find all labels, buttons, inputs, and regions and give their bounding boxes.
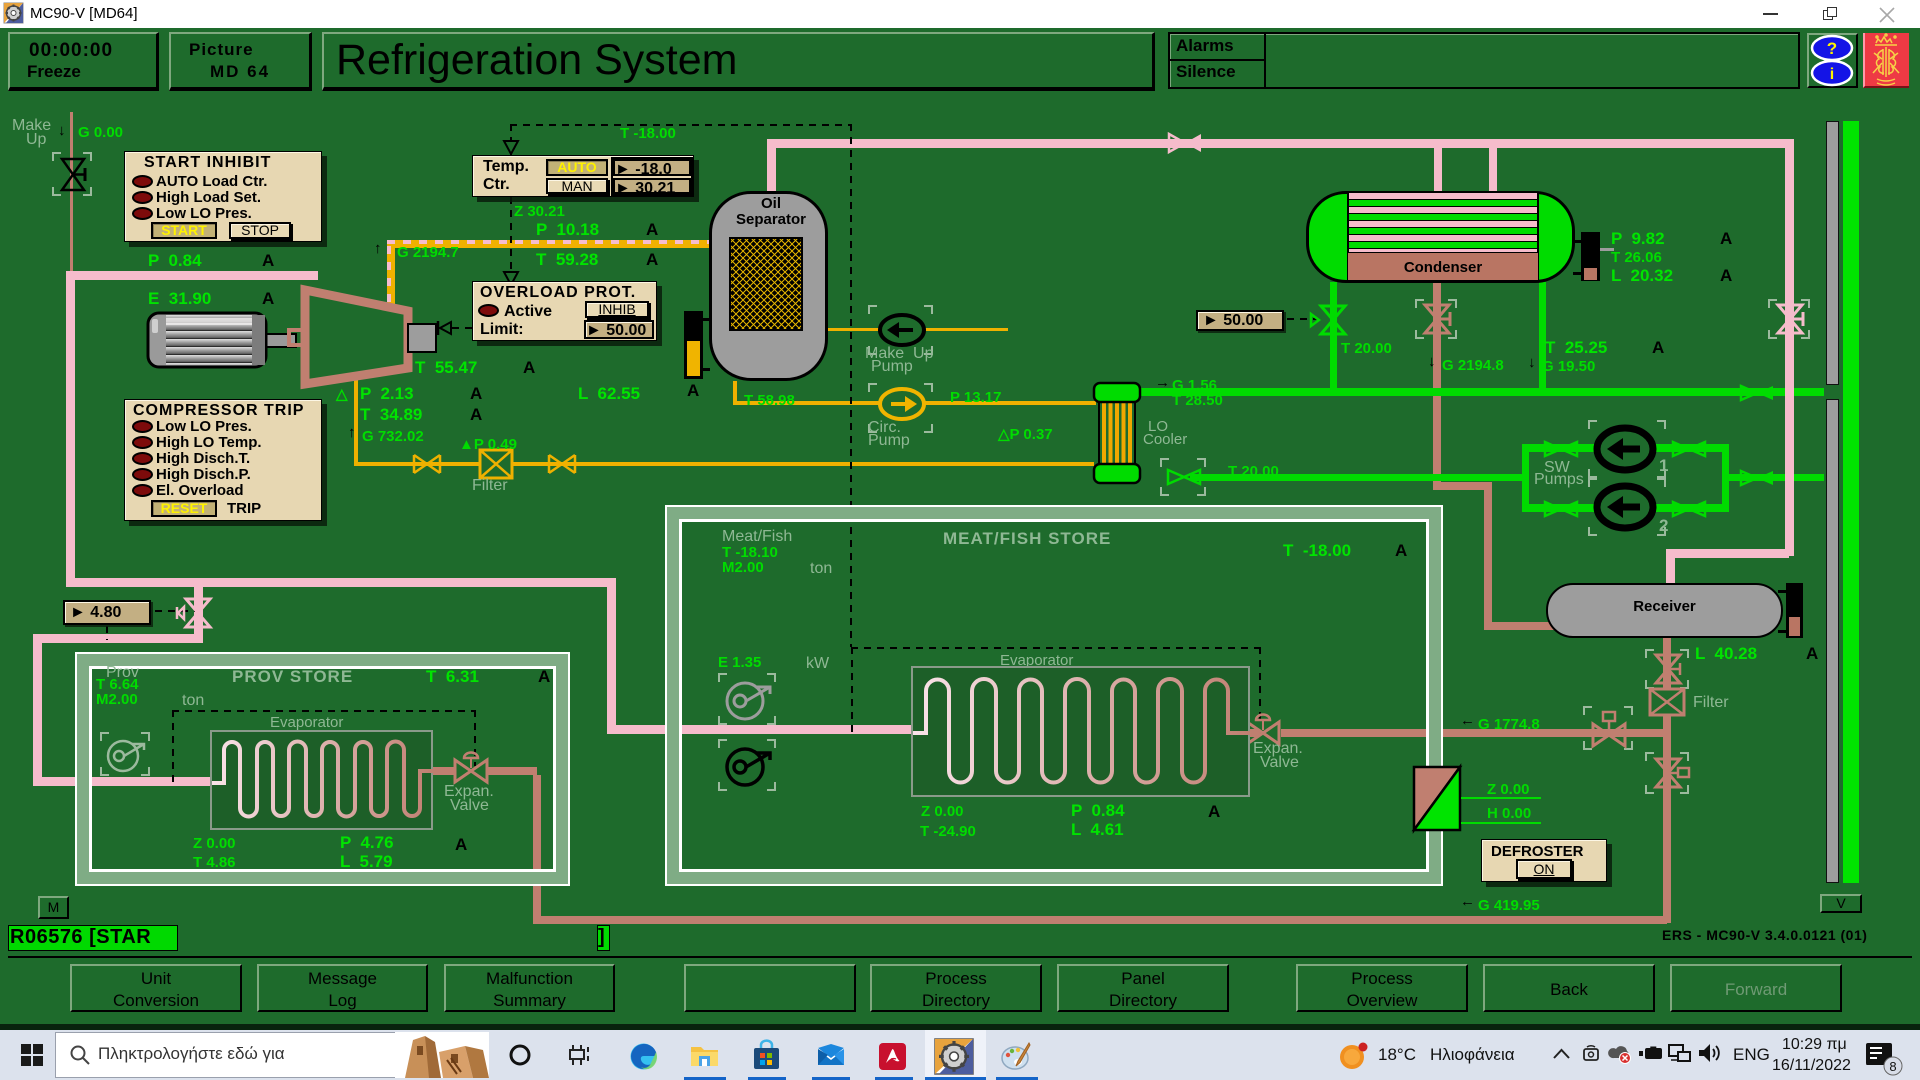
svg-text:i: i <box>1830 66 1834 83</box>
svg-text:?: ? <box>1827 39 1837 58</box>
svg-text:8: 8 <box>1889 1059 1896 1074</box>
